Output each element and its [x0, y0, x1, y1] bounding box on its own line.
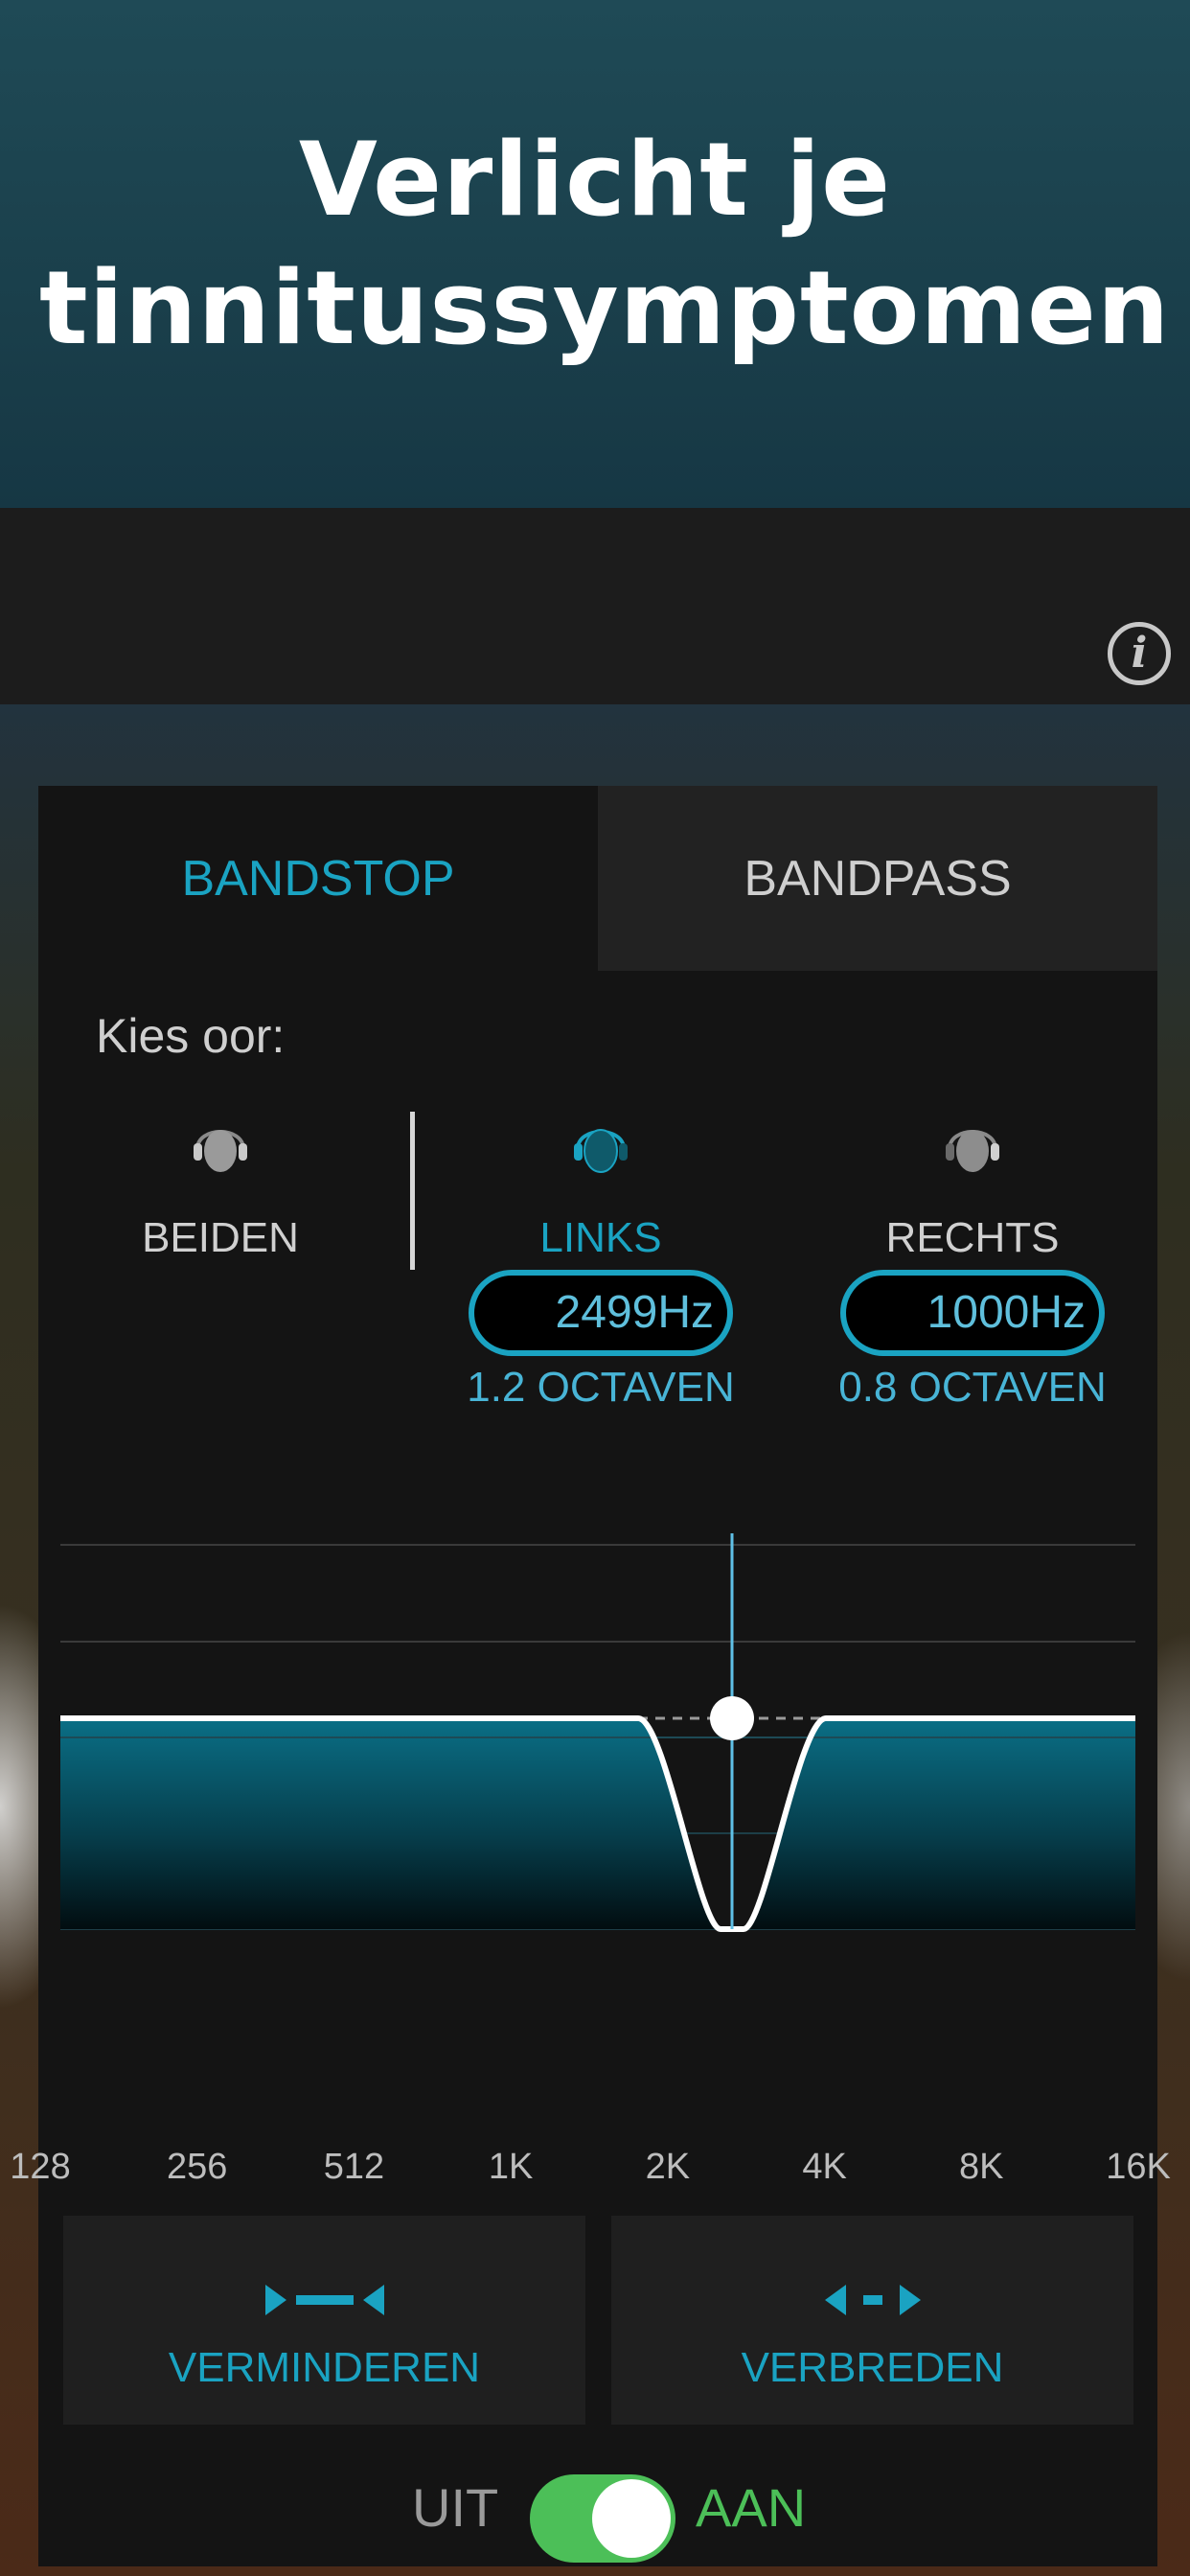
power-toggle-row: UIT AAN: [38, 2453, 1157, 2563]
ear-option-label: BEIDEN: [142, 1214, 299, 1261]
filter-area: [60, 1718, 1135, 1929]
info-icon[interactable]: i: [1108, 622, 1171, 685]
filter-panel: BANDSTOP BANDPASS Kies oor: BEIDEN LINKS…: [10, 786, 1171, 2566]
hero-banner: Verlicht je tinnitussymptomen: [0, 0, 1190, 508]
filter-tabs: BANDSTOP BANDPASS: [38, 786, 1157, 971]
x-tick-label: 16K: [1106, 2147, 1171, 2187]
x-tick-label: 256: [167, 2147, 228, 2187]
ear-option-right[interactable]: RECHTS 1000Hz 0.8 OCTAVEN: [829, 1116, 1116, 1412]
x-tick-label: 1K: [488, 2147, 534, 2187]
ear-select-label: Kies oor:: [96, 1009, 286, 1063]
ear-option-left[interactable]: LINKS 2499Hz 1.2 OCTAVEN: [457, 1116, 744, 1412]
power-toggle[interactable]: [530, 2474, 675, 2563]
octave-value-left: 1.2 OCTAVEN: [467, 1364, 735, 1411]
x-tick-label: 2K: [645, 2147, 691, 2187]
octave-value-right: 0.8 OCTAVEN: [838, 1364, 1107, 1411]
x-tick-label: 128: [10, 2147, 71, 2187]
widen-button-label: VERBREDEN: [741, 2344, 1004, 2391]
x-tick-label: 8K: [959, 2147, 1004, 2187]
filter-chart[interactable]: [60, 1524, 1135, 1945]
head-left-icon: [574, 1129, 628, 1173]
frequency-input-left[interactable]: 2499Hz: [469, 1270, 733, 1356]
tab-bandpass[interactable]: BANDPASS: [598, 786, 1157, 971]
toggle-on-label: AAN: [696, 2477, 807, 2538]
toggle-knob: [592, 2479, 671, 2558]
toggle-off-label: UIT: [412, 2477, 499, 2538]
ear-option-both[interactable]: BEIDEN: [77, 1116, 364, 1262]
head-right-icon: [946, 1130, 999, 1172]
x-tick-label: 4K: [802, 2147, 847, 2187]
top-bar: i: [0, 508, 1190, 704]
x-axis-labels: 128 256 512 1K 2K 4K 8K 16K: [10, 2147, 1171, 2204]
ear-divider: [410, 1112, 415, 1270]
x-tick-label: 512: [323, 2147, 385, 2187]
hero-title: Verlicht je tinnitussymptomen: [39, 121, 1171, 367]
narrow-button[interactable]: VERMINDEREN: [63, 2216, 585, 2425]
tab-bandstop[interactable]: BANDSTOP: [38, 786, 598, 971]
center-frequency-handle[interactable]: [710, 1696, 755, 1740]
frequency-input-right[interactable]: 1000Hz: [840, 1270, 1105, 1356]
ear-option-label: RECHTS: [885, 1214, 1060, 1261]
ear-option-label: LINKS: [539, 1214, 662, 1261]
widen-icon: [824, 2285, 921, 2315]
widen-button[interactable]: VERBREDEN: [611, 2216, 1133, 2425]
narrow-button-label: VERMINDEREN: [168, 2344, 481, 2391]
narrow-icon: [264, 2285, 384, 2315]
head-icon: [194, 1130, 247, 1172]
